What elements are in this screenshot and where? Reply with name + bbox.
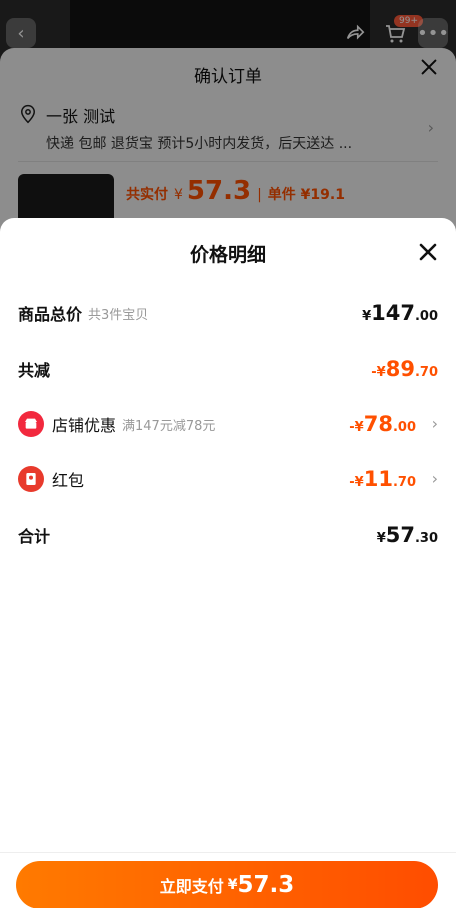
row-sub: 共3件宝贝 [88, 307, 149, 323]
close-icon [419, 243, 437, 261]
amount-int: 89 [385, 357, 415, 381]
shop-coupon-value: -¥ 78 .00 [349, 412, 416, 436]
amount-dec: .70 [414, 365, 438, 380]
chevron-right-icon: › [431, 469, 438, 488]
grand-total-value: ¥ 57 .30 [377, 523, 438, 547]
row-red-packet[interactable]: 红包 -¥ 11 .70 › [18, 463, 438, 495]
currency: ¥ [362, 309, 372, 324]
row-label: 商品总价 [18, 305, 83, 324]
currency: -¥ [349, 475, 364, 490]
red-packet-icon [18, 466, 44, 492]
currency: -¥ [371, 365, 386, 380]
row-label: 合计 [18, 527, 51, 546]
row-shop-coupon[interactable]: 店铺优惠 满147元减78元 -¥ 78 .00 › [18, 408, 438, 440]
price-detail-sheet: 价格明细 商品总价 共3件宝贝 ¥ 147 .00 共减 -¥ 89 .70 店… [0, 218, 456, 908]
amount-dec: .00 [392, 420, 416, 435]
currency: ¥ [376, 531, 386, 546]
amount-dec: .30 [414, 531, 438, 546]
pay-bar: 立即支付 ¥ 57.3 [0, 852, 456, 908]
amount-int: 78 [363, 412, 393, 436]
row-sub: 满147元减78元 [122, 418, 216, 434]
row-label: 店铺优惠 [52, 416, 117, 435]
chevron-right-icon: › [431, 414, 438, 433]
row-label: 红包 [52, 471, 85, 490]
sheet-title: 价格明细 [189, 244, 266, 266]
row-goods-total: 商品总价 共3件宝贝 ¥ 147 .00 [18, 297, 438, 329]
amount-dec: .00 [414, 309, 438, 324]
shop-coupon-icon [18, 411, 44, 437]
amount-int: 11 [363, 467, 393, 491]
red-packet-value: -¥ 11 .70 [349, 467, 416, 491]
row-grand-total: 合计 ¥ 57 .30 [18, 519, 438, 551]
total-discount-value: -¥ 89 .70 [371, 357, 438, 381]
pay-amount: 57.3 [237, 872, 295, 898]
currency: -¥ [349, 420, 364, 435]
pay-currency: ¥ [227, 877, 238, 893]
amount-dec: .70 [392, 475, 416, 490]
row-label: 共减 [18, 361, 51, 380]
pay-now-button[interactable]: 立即支付 ¥ 57.3 [16, 861, 438, 908]
row-total-discount: 共减 -¥ 89 .70 [18, 353, 438, 385]
amount-int: 147 [371, 301, 415, 325]
amount-int: 57 [385, 523, 415, 547]
pay-label: 立即支付 [159, 877, 224, 896]
close-button[interactable] [416, 240, 440, 264]
goods-total-value: ¥ 147 .00 [362, 301, 438, 325]
